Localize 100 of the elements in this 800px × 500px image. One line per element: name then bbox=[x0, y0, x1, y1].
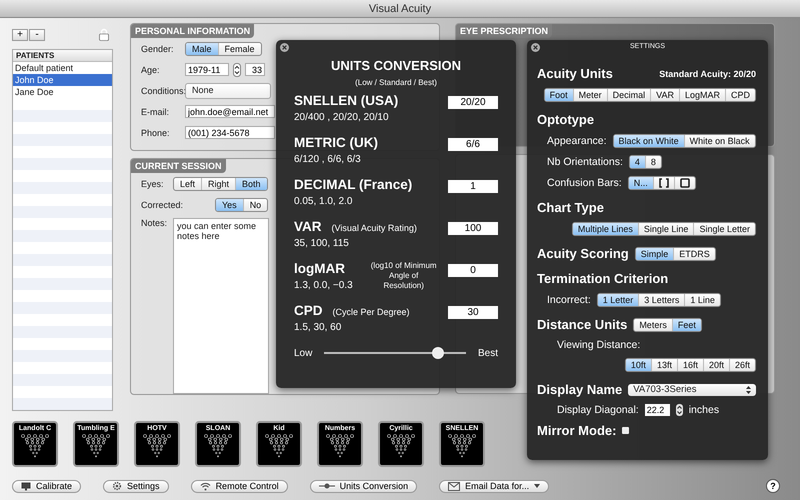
toolbar-button[interactable]: Units Conversion bbox=[310, 480, 418, 492]
segment-option[interactable]: 4 bbox=[630, 156, 645, 168]
notes-field[interactable]: you can enter some notes here bbox=[173, 218, 269, 394]
optotype-rows-drawing bbox=[18, 433, 52, 459]
segment-option[interactable]: Decimal bbox=[606, 89, 650, 101]
field-label: Eyes: bbox=[141, 178, 165, 188]
section-heading: Display Name bbox=[537, 382, 622, 397]
updown-icon bbox=[746, 386, 751, 394]
segment-option[interactable]: 26ft bbox=[728, 359, 755, 371]
segment-option[interactable]: 13ft bbox=[650, 359, 677, 371]
segment-option[interactable]: Meters bbox=[634, 318, 672, 330]
unit-values: 20/400 , 20/20, 20/10 bbox=[294, 112, 390, 123]
slider-min-label: Low bbox=[294, 348, 312, 358]
optotype-rows-drawing bbox=[140, 433, 174, 459]
segment-option[interactable]: Single Line bbox=[638, 223, 694, 235]
segment-option[interactable]: 1 Line bbox=[684, 294, 720, 306]
add-button[interactable]: + bbox=[12, 28, 28, 40]
stepper-icon[interactable] bbox=[233, 62, 241, 76]
toolbar-button[interactable]: Calibrate bbox=[12, 480, 82, 492]
segment-option[interactable]: Female bbox=[218, 42, 261, 54]
unit-name: SNELLEN (USA) bbox=[294, 93, 398, 108]
field-label: Corrected: bbox=[141, 200, 184, 210]
patient-row[interactable]: John Doe bbox=[13, 74, 112, 86]
segment-option[interactable]: LogMAR bbox=[678, 89, 725, 101]
toolbar-button[interactable]: Remote Control bbox=[190, 480, 288, 492]
unit-value-field[interactable]: 6/6 bbox=[448, 138, 498, 151]
segment-option[interactable]: Foot bbox=[544, 89, 573, 101]
years-field[interactable]: 33 bbox=[245, 63, 265, 76]
email-field[interactable]: john.doe@email.net bbox=[185, 105, 275, 118]
section-heading: Optotype bbox=[537, 112, 594, 127]
phone-field[interactable]: (001) 234-5678 bbox=[185, 126, 275, 139]
unit-name: METRIC (UK) bbox=[294, 135, 378, 150]
segment-option[interactable]: ETDRS bbox=[673, 248, 715, 260]
segment-option[interactable]: No bbox=[242, 198, 268, 210]
list-header: PATIENTS bbox=[13, 50, 112, 62]
segment-option[interactable]: 16ft bbox=[676, 359, 703, 371]
slider-max-label: Best bbox=[478, 348, 498, 358]
unit-name: CPD bbox=[294, 303, 323, 318]
segment-option[interactable]: White on Black bbox=[684, 135, 755, 147]
display-dropdown[interactable]: VA703-3Series bbox=[628, 384, 756, 396]
patient-row[interactable]: Default patient bbox=[13, 62, 112, 74]
segment-option[interactable]: 1 Letter bbox=[598, 294, 638, 306]
segment-option[interactable]: CPD bbox=[724, 89, 755, 101]
unit-description: (Visual Acuity Rating) bbox=[332, 223, 417, 233]
close-icon[interactable] bbox=[280, 43, 289, 52]
toolbar-button[interactable]: Email Data for... bbox=[439, 480, 550, 492]
segment-option[interactable]: 3 Letters bbox=[638, 294, 684, 306]
age-field[interactable]: 1979-11 bbox=[185, 63, 229, 76]
segment-option[interactable]: 20ft bbox=[702, 359, 729, 371]
section-heading: Distance Units bbox=[537, 317, 628, 332]
unit-value-field[interactable]: 0 bbox=[448, 264, 498, 277]
unit-name: DECIMAL (France) bbox=[294, 177, 412, 192]
lock-icon[interactable] bbox=[99, 28, 109, 41]
slider-thumb[interactable] bbox=[432, 347, 444, 359]
toolbar-button[interactable]: Settings bbox=[103, 480, 169, 492]
unit-value-field[interactable]: 30 bbox=[448, 306, 498, 319]
close-icon[interactable] bbox=[531, 43, 540, 52]
segment-option[interactable]: VAR bbox=[650, 89, 679, 101]
segment-option[interactable]: 10ft bbox=[626, 359, 651, 371]
unit-name: VAR bbox=[294, 219, 322, 234]
unit-value-field[interactable]: 1 bbox=[448, 180, 498, 193]
section-heading: Mirror Mode: bbox=[537, 423, 616, 438]
section-heading: Acuity Units bbox=[537, 66, 613, 81]
optotype-rows-drawing bbox=[323, 433, 357, 459]
segment-option[interactable]: Meter bbox=[572, 89, 607, 101]
segment-option[interactable]: Male bbox=[186, 42, 218, 54]
segment-option[interactable]: N... bbox=[628, 177, 653, 189]
segment-option[interactable]: Left bbox=[174, 178, 202, 190]
field-label: Notes: bbox=[141, 218, 168, 228]
setting-label: Display Diagonal: bbox=[557, 404, 639, 416]
segment-option[interactable]: Feet bbox=[672, 318, 701, 330]
mirror-mode-checkbox[interactable] bbox=[622, 427, 630, 434]
setting-label: Nb Orientations: bbox=[547, 156, 623, 168]
segment-option[interactable]: Yes bbox=[216, 198, 243, 210]
unit-values: 1.3, 0.0, −0.3 bbox=[294, 280, 353, 291]
help-button[interactable]: ? bbox=[766, 479, 780, 493]
field-label: Phone: bbox=[141, 128, 171, 138]
segment-option[interactable]: Single Letter bbox=[693, 223, 755, 235]
unit-value-field[interactable]: 100 bbox=[448, 222, 498, 235]
stepper-icon[interactable] bbox=[676, 404, 683, 416]
gear-icon bbox=[112, 481, 122, 491]
window-title: Visual Acuity bbox=[368, 2, 432, 14]
segment-option[interactable]: 8 bbox=[644, 156, 661, 168]
section-heading: Termination Criterion bbox=[537, 271, 668, 286]
unit-value-field[interactable]: 20/20 bbox=[448, 96, 498, 109]
square-icon bbox=[680, 178, 690, 188]
segment-option[interactable]: Simple bbox=[636, 248, 674, 260]
wireless-icon bbox=[200, 482, 211, 490]
monitor-icon bbox=[21, 482, 31, 490]
panel-title: EYE PRESCRIPTION bbox=[456, 24, 552, 38]
unit-description: (Cycle Per Degree) bbox=[332, 307, 410, 317]
optotype-rows-drawing bbox=[201, 433, 235, 459]
optotype-rows-drawing bbox=[445, 433, 479, 459]
patient-row[interactable]: Jane Doe bbox=[13, 86, 112, 98]
remove-button[interactable]: - bbox=[29, 28, 45, 40]
segment-option[interactable]: Both bbox=[235, 178, 267, 190]
diagonal-field[interactable]: 22.2 bbox=[644, 404, 670, 416]
segment-option[interactable]: Black on White bbox=[614, 135, 684, 147]
segment-option[interactable]: Multiple Lines bbox=[572, 223, 638, 235]
conditions-dropdown[interactable]: None bbox=[185, 82, 271, 98]
